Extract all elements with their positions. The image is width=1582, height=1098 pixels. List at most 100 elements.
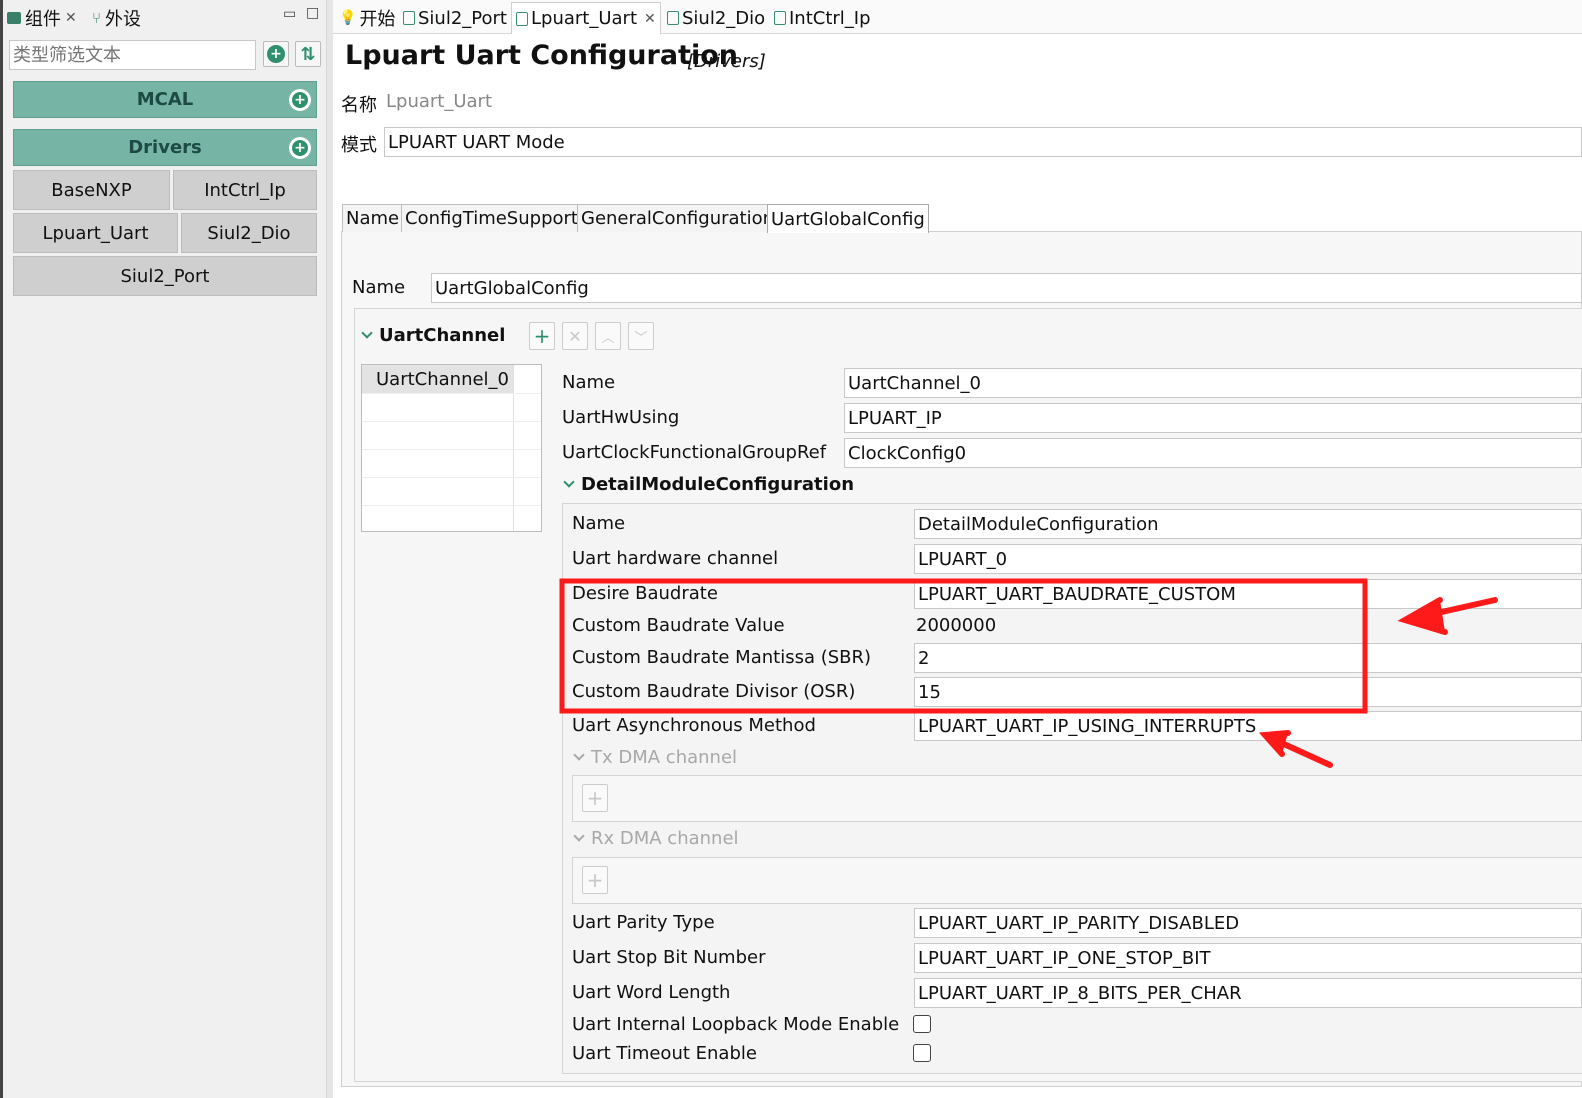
add-rx-dma-button[interactable]: + [582,866,608,894]
config-file-icon [516,11,528,26]
detail-name-field[interactable]: DetailModuleConfiguration [914,509,1582,539]
config-file-icon [667,11,679,25]
list-divider [513,365,514,531]
list-item[interactable]: UartChannel_0 [362,365,513,393]
move-up-button[interactable]: ︿ [595,322,621,350]
tab-start-label: 开始 [359,9,396,30]
uarthwusing-select[interactable]: LPUART_IP [844,403,1582,433]
tab-components[interactable]: 组件 ✕ [7,4,77,32]
tab-generalconfiguration[interactable]: GeneralConfiguration [577,204,779,232]
plus-icon: + [586,868,604,892]
close-icon[interactable]: ✕ [644,11,656,27]
tab-start[interactable]: 💡 开始 [339,4,395,32]
remove-channel-button[interactable]: ✕ [562,322,588,350]
sort-button[interactable]: ⇅ [295,41,321,67]
add-channel-button[interactable]: + [529,322,555,350]
page-subtitle: [Drivers] [687,51,766,72]
loopback-label: Uart Internal Loopback Mode Enable [572,1014,900,1035]
custom-baudrate-value: 2000000 [916,615,997,636]
tab-configtimesupport-label: ConfigTimeSupport [405,208,578,229]
detailmodule-header-label: DetailModuleConfiguration [581,474,855,495]
async-method-select[interactable]: LPUART_UART_IP_USING_INTERRUPTS [914,711,1582,741]
editor-area: 💡 开始 Siul2_Port Lpuart_Uart ✕ Siul2_Dio … [333,0,1582,1098]
detailmodule-header[interactable]: DetailModuleConfiguration [563,474,855,495]
detail-name-label: Name [572,513,626,534]
hw-channel-label: Uart hardware channel [572,548,779,569]
chevron-down-icon [563,475,575,488]
group-drivers[interactable]: Drivers + [13,129,317,166]
components-panel: 组件 ✕ ⑂ 外设 ▭ □ + ⇅ MCAL + Drivers + BaseN… [0,0,327,1098]
driver-lpuart-label: Lpuart_Uart [42,222,149,244]
add-component-button[interactable]: + [263,41,289,67]
tab-intctrl-ip[interactable]: IntCtrl_Ip [774,4,871,32]
driver-lpuart-button[interactable]: Lpuart_Uart [13,213,178,253]
driver-intctrl-label: IntCtrl_Ip [204,179,286,201]
add-tx-dma-button[interactable]: + [582,784,608,812]
uartchannel-header-label: UartChannel [379,325,506,346]
list-row-line [362,477,541,478]
parity-label: Uart Parity Type [572,912,715,933]
driver-basenxp-button[interactable]: BaseNXP [13,170,170,210]
mantissa-field[interactable]: 2 [914,643,1582,673]
driver-siul2port-button[interactable]: Siul2_Port [13,256,317,296]
minimize-icon[interactable]: ▭ [283,6,296,22]
add-drivers-icon[interactable]: + [289,137,311,159]
chevron-down-icon: ﹀ [634,330,648,346]
group-mcal[interactable]: MCAL + [13,81,317,118]
component-icon [7,12,21,24]
tab-siul2-port-label: Siul2_Port [418,7,507,29]
divisor-label: Custom Baudrate Divisor (OSR) [572,681,856,702]
plus-icon: + [586,786,604,810]
tab-siul2-dio[interactable]: Siul2_Dio [667,4,765,32]
tab-name[interactable]: Name [342,204,404,232]
close-icon[interactable]: ✕ [65,10,77,26]
parity-select[interactable]: LPUART_UART_IP_PARITY_DISABLED [914,908,1582,938]
maximize-icon[interactable]: □ [306,5,319,21]
rx-dma-panel [572,857,1582,904]
list-row-line [362,393,541,394]
list-row-line [362,449,541,450]
rx-dma-header[interactable]: Rx DMA channel [573,828,739,849]
window-edge [0,0,3,1098]
mode-select[interactable]: LPUART UART Mode [384,127,1582,157]
tab-generalconfiguration-label: GeneralConfiguration [581,208,775,229]
tab-configtimesupport[interactable]: ConfigTimeSupport [401,204,582,232]
clockgroupref-select[interactable]: ClockConfig0 [844,438,1582,468]
peripheral-icon: ⑂ [92,9,102,27]
driver-siul2port-label: Siul2_Port [120,265,210,287]
chevron-down-icon [573,829,585,842]
tx-dma-label: Tx DMA channel [591,747,738,768]
close-icon: ✕ [568,326,582,346]
tab-siul2-port[interactable]: Siul2_Port [403,4,507,32]
driver-intctrl-button[interactable]: IntCtrl_Ip [173,170,317,210]
uartchannel-header[interactable]: UartChannel [361,325,506,346]
wordlength-select[interactable]: LPUART_UART_IP_8_BITS_PER_CHAR [914,978,1582,1008]
hw-channel-select[interactable]: LPUART_0 [914,544,1582,574]
group-drivers-label: Drivers [128,137,202,158]
add-mcal-icon[interactable]: + [289,89,311,111]
config-file-icon [774,11,786,25]
add-circle-icon: + [267,45,285,63]
plus-icon: + [533,324,551,348]
driver-siul2dio-label: Siul2_Dio [207,222,291,244]
move-down-button[interactable]: ﹀ [628,322,654,350]
mantissa-label: Custom Baudrate Mantissa (SBR) [572,647,872,668]
timeout-checkbox[interactable] [913,1044,931,1062]
wordlength-label: Uart Word Length [572,982,731,1003]
tab-uartglobalconfig[interactable]: UartGlobalConfig [767,204,929,233]
tab-peripherals[interactable]: ⑂ 外设 [92,4,141,32]
loopback-checkbox[interactable] [913,1015,931,1033]
stopbit-select[interactable]: LPUART_UART_IP_ONE_STOP_BIT [914,943,1582,973]
tab-lpuart-uart[interactable]: Lpuart_Uart ✕ [511,2,661,34]
tx-dma-header[interactable]: Tx DMA channel [573,747,738,768]
driver-siul2dio-button[interactable]: Siul2_Dio [181,213,317,253]
desire-baudrate-select[interactable]: LPUART_UART_BAUDRATE_CUSTOM [914,579,1582,609]
async-method-label: Uart Asynchronous Method [572,715,816,736]
channel-name-field[interactable]: UartChannel_0 [844,368,1582,398]
divisor-field[interactable]: 15 [914,677,1582,707]
list-row-line [362,505,541,506]
global-name-field[interactable]: UartGlobalConfig [431,273,1582,303]
filter-input[interactable] [9,40,256,70]
custom-baudrate-label: Custom Baudrate Value [572,615,785,636]
channel-name-label: Name [562,372,616,393]
